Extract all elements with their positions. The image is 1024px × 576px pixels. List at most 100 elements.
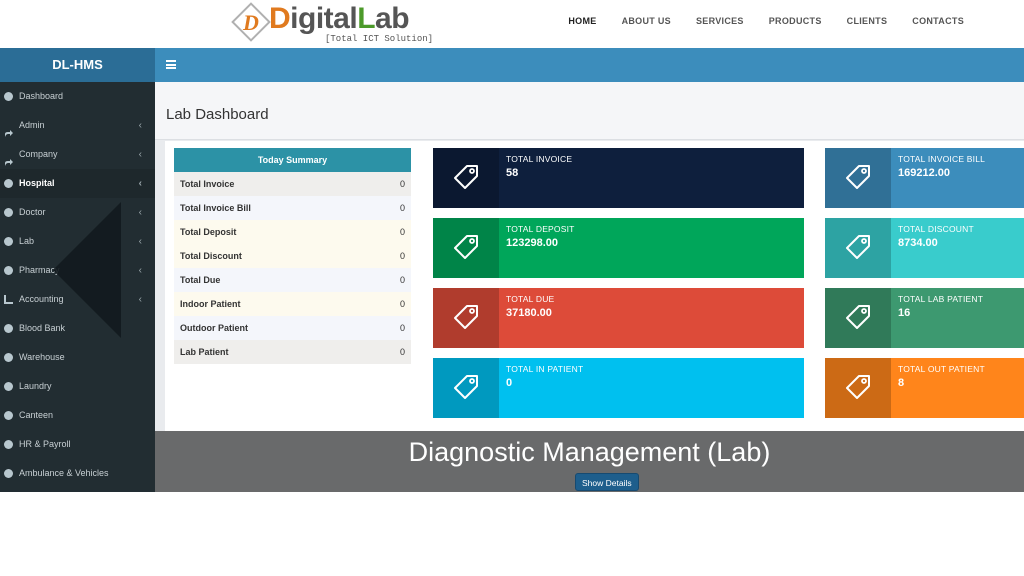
tag-icon [454,375,478,399]
nav-about-us[interactable]: ABOUT US [622,16,671,26]
summary-row: Total Due 0 [174,268,411,292]
infobox-value: 0 [506,377,513,389]
circle-icon [4,411,13,420]
nav-clients[interactable]: CLIENTS [847,16,888,26]
chevron-left-icon: ‹ [138,265,142,276]
chevron-left-icon: ‹ [138,236,142,247]
sidebar-item-ambulance-vehicles[interactable]: Ambulance & Vehicles [0,459,155,488]
summary-value: 0 [399,347,405,357]
decorative-shadow [53,202,121,338]
summary-value: 0 [399,299,405,309]
dashboard-icon [4,92,13,101]
summary-label: Total Discount [180,251,242,261]
sidebar-brand[interactable]: DL-HMS [0,48,155,82]
tag-icon [454,235,478,259]
page: D DigitalLab [Total ICT Solution] HOME A… [0,0,1024,576]
infobox-total-out-patient[interactable]: TOTAL OUT PATIENT 8 [825,358,1024,418]
nav-products[interactable]: PRODUCTS [769,16,822,26]
summary-label: Total Due [180,275,221,285]
tag-icon [846,305,870,329]
sidebar: DL-HMS Dashboard Admin ‹ Company ‹ Hospi… [0,48,155,492]
summary-row: Outdoor Patient 0 [174,316,411,340]
sidebar-item-hospital[interactable]: Hospital ‹ [0,169,155,198]
sidebar-item-warehouse[interactable]: Warehouse [0,343,155,372]
tag-icon [454,305,478,329]
summary-row: Total Invoice Bill 0 [174,196,411,220]
infobox-total-invoice-bill[interactable]: TOTAL INVOICE BILL 169212.00 [825,148,1024,208]
digitallab-logo[interactable]: D DigitalLab [Total ICT Solution] [231,2,443,46]
page-title: Lab Dashboard [166,106,269,123]
tag-icon [846,235,870,259]
chevron-left-icon: ‹ [138,120,142,131]
dashboard-content: Today Summary Total Invoice 0 Total Invoi… [165,141,1024,431]
infobox-label: TOTAL DUE [506,294,555,304]
infobox-value: 169212.00 [898,167,950,179]
summary-label: Total Invoice [180,179,235,189]
infobox-label: TOTAL IN PATIENT [506,364,584,374]
summary-row: Lab Patient 0 [174,340,411,364]
summary-row: Indoor Patient 0 [174,292,411,316]
infobox-total-discount[interactable]: TOTAL DISCOUNT 8734.00 [825,218,1024,278]
summary-value: 0 [399,179,405,189]
infobox-label: TOTAL DEPOSIT [506,224,575,234]
nav-contacts[interactable]: CONTACTS [912,16,964,26]
summary-label: Lab Patient [180,347,229,357]
pharmacy-icon [4,266,13,275]
infobox-value: 58 [506,167,519,179]
chevron-left-icon: ‹ [138,149,142,160]
nav-home[interactable]: HOME [568,16,596,26]
circle-icon [4,382,13,391]
summary-value: 0 [399,275,405,285]
today-summary-table: Today Summary Total Invoice 0 Total Invoi… [174,148,411,364]
infobox-total-in-patient[interactable]: TOTAL IN PATIENT 0 [433,358,804,418]
sidebar-item-hr-payroll[interactable]: HR & Payroll [0,430,155,459]
summary-label: Total Invoice Bill [180,203,251,213]
sidebar-item-dashboard[interactable]: Dashboard [0,82,155,111]
infobox-total-deposit[interactable]: TOTAL DEPOSIT 123298.00 [433,218,804,278]
summary-heading: Today Summary [174,148,411,172]
site-nav: HOME ABOUT US SERVICES PRODUCTS CLIENTS … [568,16,964,26]
nav-services[interactable]: SERVICES [696,16,744,26]
show-details-button[interactable]: Show Details [575,473,639,491]
summary-row: Total Invoice 0 [174,172,411,196]
logo-mark-letter: D [243,10,259,35]
circle-icon [4,469,13,478]
circle-icon [4,440,13,449]
infobox-label: TOTAL DISCOUNT [898,224,974,234]
summary-label: Outdoor Patient [180,323,248,333]
infobox-label: TOTAL INVOICE BILL [898,154,986,164]
infobox-value: 37180.00 [506,307,552,319]
summary-row: Total Deposit 0 [174,220,411,244]
content-header: Lab Dashboard [155,82,1024,140]
infobox-value: 8 [898,377,905,389]
summary-value: 0 [399,227,405,237]
infobox-label: TOTAL LAB PATIENT [898,294,984,304]
summary-row: Total Discount 0 [174,244,411,268]
site-header: D DigitalLab [Total ICT Solution] HOME A… [0,0,1024,48]
line-chart-icon [4,295,13,304]
chevron-left-icon: ‹ [138,178,142,189]
hospital-icon [4,179,13,188]
circle-icon [4,324,13,333]
share-arrow-icon [4,150,13,166]
logo-wordmark: DigitalLab [269,2,410,35]
chevron-left-icon: ‹ [138,294,142,305]
sidebar-item-company[interactable]: Company ‹ [0,140,155,169]
tag-icon [846,375,870,399]
circle-icon [4,353,13,362]
infobox-total-invoice[interactable]: TOTAL INVOICE 58 [433,148,804,208]
infobox-value: 123298.00 [506,237,558,249]
infobox-total-lab-patient[interactable]: TOTAL LAB PATIENT 16 [825,288,1024,348]
tag-icon [454,165,478,189]
tag-icon [846,165,870,189]
sidebar-item-canteen[interactable]: Canteen [0,401,155,430]
summary-value: 0 [399,323,405,333]
sidebar-item-laundry[interactable]: Laundry [0,372,155,401]
infobox-total-due[interactable]: TOTAL DUE 37180.00 [433,288,804,348]
sidebar-item-admin[interactable]: Admin ‹ [0,111,155,140]
hamburger-menu-icon[interactable] [166,60,176,69]
caption-overlay: Diagnostic Management (Lab) Show Details [155,431,1024,492]
infobox-value: 16 [898,307,911,319]
share-arrow-icon [4,121,13,137]
summary-value: 0 [399,203,405,213]
